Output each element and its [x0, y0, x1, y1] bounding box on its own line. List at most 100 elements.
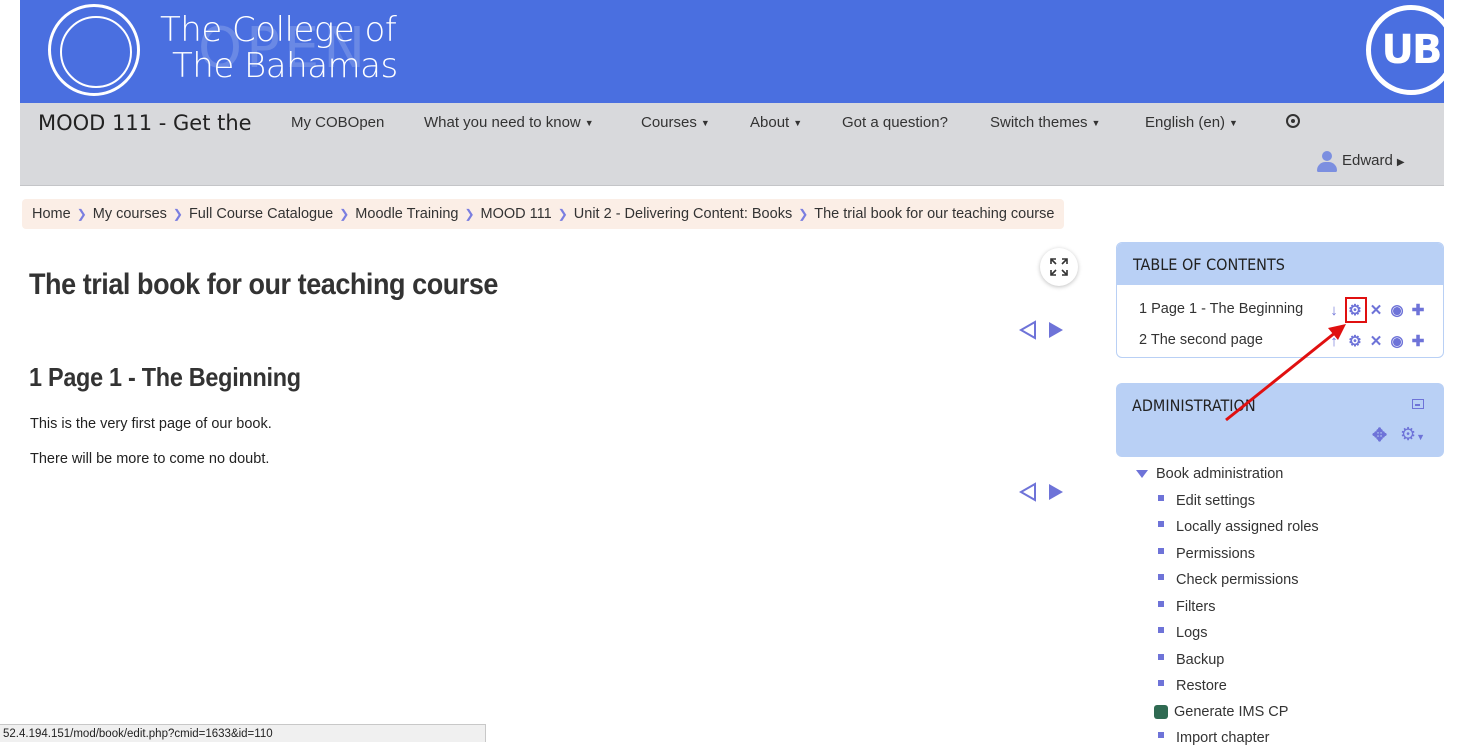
- accessibility-icon[interactable]: [1286, 114, 1300, 128]
- navbar: MOOD 111 - Get the My COBOpen What you n…: [20, 103, 1444, 186]
- next-chapter-icon[interactable]: [1046, 482, 1066, 502]
- menu-label: Switch themes: [990, 114, 1088, 131]
- browser-status-bar: 52.4.194.151/mod/book/edit.php?cmid=1633…: [0, 724, 486, 742]
- toc-chapter-actions: ↓ ⚙ ✕ ◉ ✚: [1326, 302, 1426, 320]
- toc-chapter-link[interactable]: 2 The second page: [1139, 332, 1263, 348]
- caret-down-icon: ▼: [700, 118, 710, 129]
- menu-got-a-question[interactable]: Got a question?: [842, 114, 948, 131]
- menu-label: Courses: [641, 114, 697, 131]
- toc-header: TABLE OF CONTENTS: [1117, 243, 1443, 285]
- admin-link-label: Logs: [1176, 625, 1208, 641]
- gear-icon[interactable]: ⚙: [1347, 333, 1363, 350]
- breadcrumb-unit[interactable]: Unit 2 - Delivering Content: Books: [574, 206, 792, 222]
- bullet-icon: [1158, 654, 1164, 660]
- menu-label: My COBOpen: [291, 114, 385, 131]
- expand-triangle-icon: [1136, 470, 1148, 479]
- arrow-down-icon[interactable]: ↓: [1326, 302, 1342, 319]
- admin-link-label: Import chapter: [1176, 730, 1270, 746]
- chevron-right-icon: ❯: [339, 207, 350, 221]
- admin-link-check-permissions[interactable]: Check permissions: [1158, 572, 1299, 588]
- chapter-navigation-bottom: [1018, 482, 1066, 502]
- caret-down-icon: ▼: [1091, 118, 1101, 129]
- menu-switch-themes[interactable]: Switch themes ▼: [990, 114, 1100, 131]
- chevron-right-icon: ❯: [798, 207, 809, 221]
- admin-link-label: Check permissions: [1176, 572, 1299, 588]
- menu-label: What you need to know: [424, 114, 581, 131]
- previous-chapter-icon[interactable]: [1018, 320, 1038, 340]
- bullet-icon: [1158, 732, 1164, 738]
- bullet-icon: [1158, 627, 1164, 633]
- administration-header: ADMINISTRATION: [1132, 396, 1256, 415]
- admin-link-import-chapter[interactable]: Import chapter: [1158, 730, 1270, 746]
- expand-icon: [1050, 258, 1068, 276]
- administration-block: ADMINISTRATION ✥ ⚙▼: [1116, 383, 1444, 457]
- menu-label: Got a question?: [842, 114, 948, 131]
- ub-logo[interactable]: UB: [1366, 5, 1456, 95]
- admin-link-filters[interactable]: Filters: [1158, 599, 1215, 615]
- admin-link-logs[interactable]: Logs: [1158, 625, 1207, 641]
- site-title-line2: The Bahamas: [172, 46, 398, 86]
- site-header: OPEN The College of The Bahamas UB: [20, 0, 1456, 103]
- admin-link-restore[interactable]: Restore: [1158, 678, 1227, 694]
- annotation-highlight-box: [1345, 297, 1367, 323]
- breadcrumb-moodle-training[interactable]: Moodle Training: [355, 206, 458, 222]
- toc-chapter-link[interactable]: 1 Page 1 - The Beginning: [1139, 301, 1303, 317]
- site-title[interactable]: The College of The Bahamas: [160, 12, 398, 84]
- toc-chapter-actions: ↑ ⚙ ✕ ◉ ✚: [1326, 333, 1426, 351]
- admin-link-backup[interactable]: Backup: [1158, 652, 1224, 668]
- chapter-paragraph: This is the very first page of our book.: [30, 416, 272, 432]
- chevron-right-icon: ❯: [76, 207, 87, 221]
- bullet-icon: [1158, 680, 1164, 686]
- menu-courses[interactable]: Courses ▼: [641, 114, 710, 131]
- menu-about[interactable]: About ▼: [750, 114, 802, 131]
- tree-node-book-administration[interactable]: Book administration: [1136, 466, 1283, 482]
- next-chapter-icon[interactable]: [1046, 320, 1066, 340]
- menu-language[interactable]: English (en) ▼: [1145, 114, 1238, 131]
- admin-link-locally-assigned-roles[interactable]: Locally assigned roles: [1158, 519, 1319, 535]
- caret-down-icon: ▼: [793, 118, 803, 129]
- breadcrumb-home[interactable]: Home: [32, 206, 71, 222]
- eye-icon[interactable]: ◉: [1389, 333, 1405, 350]
- menu-what-you-need-to-know[interactable]: What you need to know ▼: [424, 114, 594, 131]
- chevron-right-icon: ❯: [172, 207, 183, 221]
- breadcrumb-my-courses[interactable]: My courses: [93, 206, 167, 222]
- fullscreen-toggle-button[interactable]: [1040, 248, 1078, 286]
- course-brand-link[interactable]: MOOD 111 - Get the: [38, 111, 252, 135]
- menu-label: About: [750, 114, 790, 131]
- college-seal-logo[interactable]: [48, 4, 140, 96]
- site-title-line1: The College of: [160, 10, 397, 50]
- admin-link-edit-settings[interactable]: Edit settings: [1158, 493, 1255, 509]
- add-icon[interactable]: ✚: [1410, 333, 1426, 350]
- caret-down-icon: ▼: [1229, 118, 1238, 129]
- caret-down-icon: ▼: [584, 118, 594, 129]
- block-actions-gear-icon[interactable]: ⚙▼: [1400, 424, 1425, 445]
- bullet-icon: [1158, 574, 1164, 580]
- delete-icon[interactable]: ✕: [1368, 302, 1384, 319]
- previous-chapter-icon[interactable]: [1018, 482, 1038, 502]
- admin-link-label: Filters: [1176, 599, 1216, 615]
- bullet-icon: [1158, 521, 1164, 527]
- breadcrumb-catalogue[interactable]: Full Course Catalogue: [189, 206, 333, 222]
- arrow-up-icon[interactable]: ↑: [1326, 333, 1342, 350]
- admin-link-label: Restore: [1176, 678, 1227, 694]
- admin-link-label: Locally assigned roles: [1176, 519, 1319, 535]
- admin-link-generate-ims-cp[interactable]: Generate IMS CP: [1154, 704, 1288, 720]
- admin-link-permissions[interactable]: Permissions: [1158, 546, 1255, 562]
- user-menu[interactable]: Edward ▶: [1316, 150, 1405, 172]
- eye-icon[interactable]: ◉: [1389, 302, 1405, 319]
- chapter-title: 1 Page 1 - The Beginning: [29, 362, 301, 392]
- delete-icon[interactable]: ✕: [1368, 333, 1384, 350]
- add-icon[interactable]: ✚: [1410, 302, 1426, 319]
- menu-my-cobopen[interactable]: My COBOpen: [291, 114, 384, 131]
- chapter-navigation-top: [1018, 320, 1066, 340]
- move-block-icon[interactable]: ✥: [1372, 425, 1387, 446]
- tree-node-label: Book administration: [1156, 466, 1284, 482]
- bullet-icon: [1158, 548, 1164, 554]
- user-avatar-icon: [1316, 150, 1338, 172]
- admin-link-label: Backup: [1176, 652, 1225, 668]
- breadcrumb-course[interactable]: MOOD 111: [481, 206, 552, 222]
- user-name: Edward: [1342, 151, 1393, 169]
- chapter-paragraph: There will be more to come no doubt.: [30, 451, 270, 467]
- breadcrumb-current[interactable]: The trial book for our teaching course: [814, 206, 1054, 222]
- collapse-block-icon[interactable]: [1412, 399, 1424, 409]
